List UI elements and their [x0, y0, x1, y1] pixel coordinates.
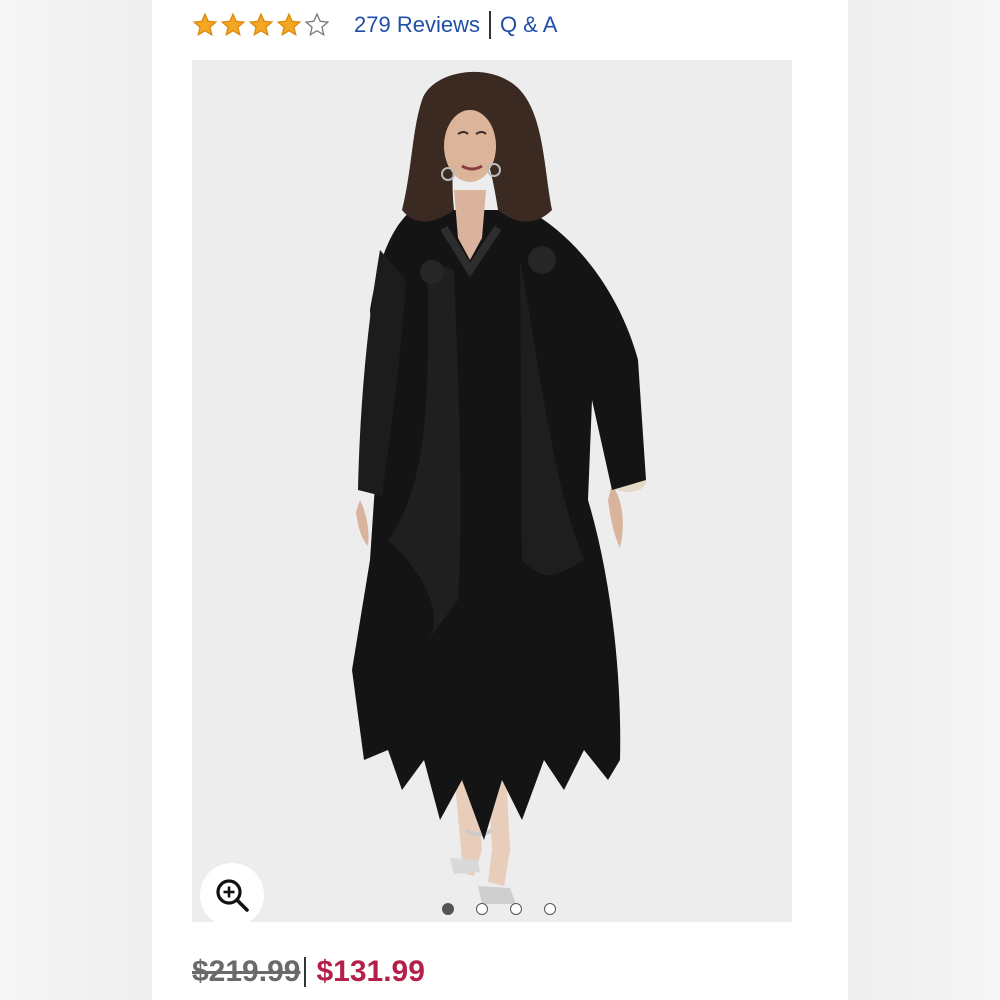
star-filled-icon: [220, 12, 246, 37]
sale-price: $131.99: [316, 955, 425, 988]
star-filled-icon: [276, 12, 302, 37]
carousel-dot[interactable]: [544, 903, 556, 915]
model-in-black-dress-image: [352, 71, 646, 904]
carousel-dot[interactable]: [476, 903, 488, 915]
product-page: 279 Reviews Q & A $219.99 $131.99: [152, 0, 848, 1000]
price-divider: [304, 957, 307, 987]
star-outline-icon: [304, 12, 330, 37]
reviews-link[interactable]: 279 Reviews: [354, 12, 480, 38]
star-filled-icon: [192, 12, 218, 37]
carousel-dot[interactable]: [442, 903, 454, 915]
price-row: $219.99 $131.99: [192, 955, 425, 989]
carousel-dots: [442, 903, 578, 915]
left-margin: [0, 0, 152, 1000]
star-rating[interactable]: [192, 12, 332, 38]
right-margin: [848, 0, 1000, 1000]
divider: [488, 11, 491, 39]
product-image[interactable]: [192, 60, 792, 922]
original-price: $219.99: [192, 955, 301, 988]
qa-link[interactable]: Q & A: [500, 12, 557, 38]
star-filled-icon: [248, 12, 274, 37]
carousel-dot[interactable]: [510, 903, 522, 915]
zoom-button[interactable]: [200, 863, 264, 922]
rating-row: 279 Reviews Q & A: [192, 8, 557, 42]
zoom-in-icon: [216, 879, 249, 912]
